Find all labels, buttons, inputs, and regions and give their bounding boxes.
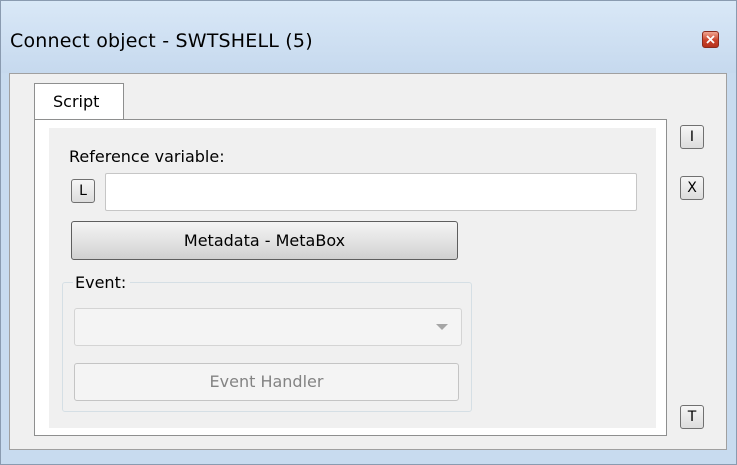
title-bar[interactable]: Connect object - SWTSHELL (5)	[1, 1, 736, 73]
tab-script-label: Script	[53, 92, 100, 111]
chevron-down-icon	[436, 324, 448, 330]
window-title: Connect object - SWTSHELL (5)	[10, 30, 313, 52]
lookup-button[interactable]: L	[71, 179, 95, 203]
insert-button[interactable]: I	[680, 125, 704, 149]
event-handler-button[interactable]: Event Handler	[74, 363, 459, 401]
dialog-window: Connect object - SWTSHELL (5) Script Ref…	[0, 0, 737, 465]
reference-variable-label: Reference variable:	[69, 147, 225, 166]
close-icon	[706, 35, 715, 44]
event-dropdown[interactable]	[74, 308, 462, 346]
tab-script[interactable]: Script	[34, 83, 124, 120]
event-group-label: Event:	[73, 273, 131, 292]
metadata-button[interactable]: Metadata - MetaBox	[71, 221, 458, 260]
close-button[interactable]	[702, 31, 719, 48]
delete-button[interactable]: X	[680, 176, 704, 200]
test-button[interactable]: T	[680, 405, 704, 429]
reference-variable-input[interactable]	[105, 173, 637, 211]
